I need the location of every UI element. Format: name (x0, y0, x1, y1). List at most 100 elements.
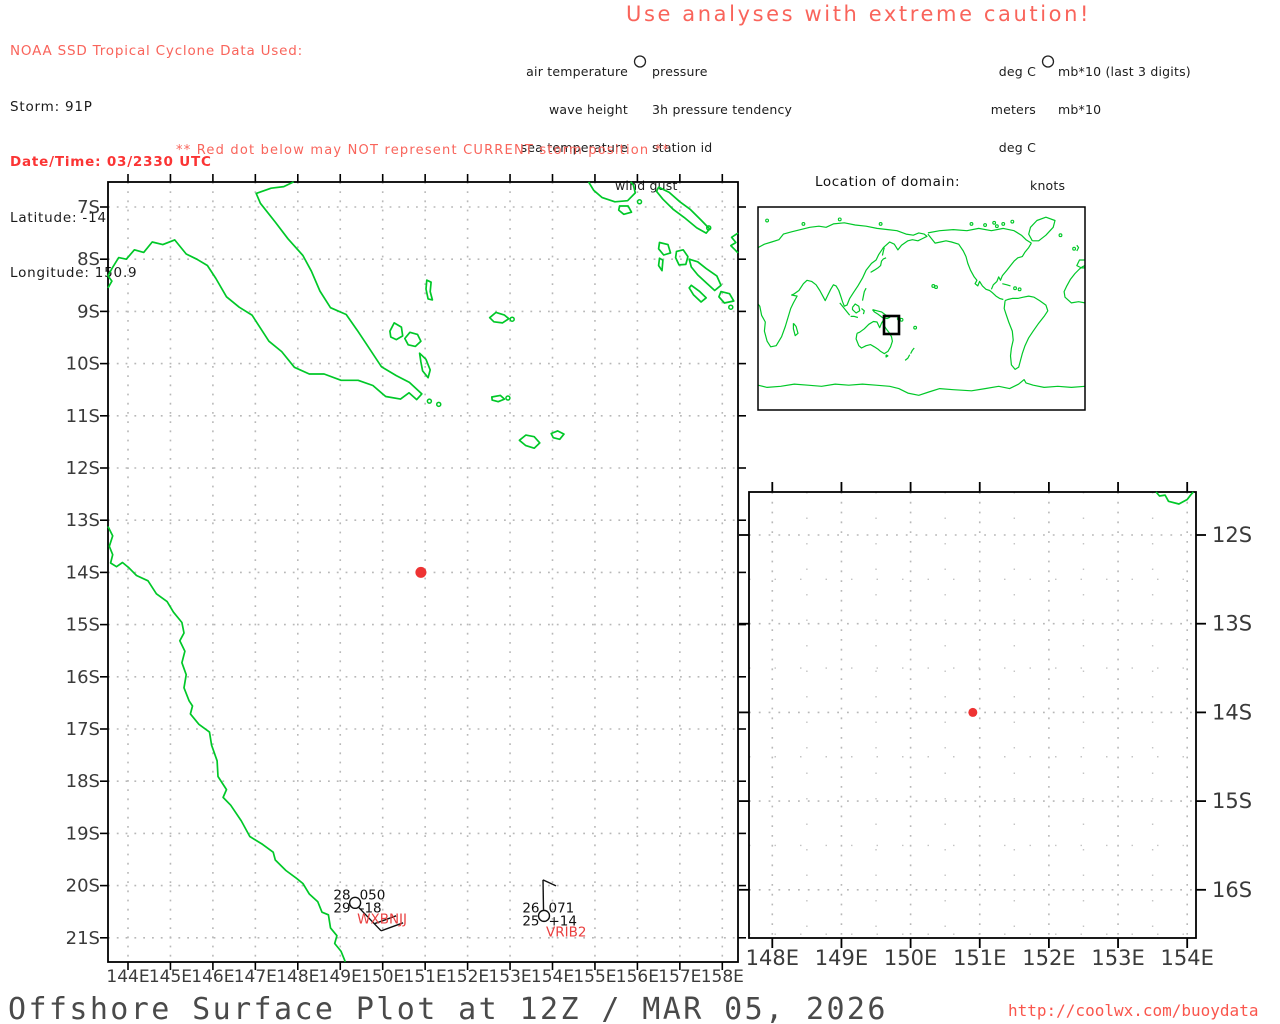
coastline-island (490, 394, 506, 403)
legend-air-temp: air temperature (526, 64, 628, 80)
world-coastline (927, 233, 1004, 301)
station-air-temp: 28 (333, 887, 350, 903)
world-island-speck (1058, 233, 1063, 238)
world-island-speck (1013, 286, 1018, 291)
zoom-storm-position-dot (968, 707, 978, 717)
station-tendency: -18 (360, 900, 382, 916)
coastline-island (389, 322, 404, 341)
y-tick-label: 21S (66, 928, 100, 949)
island-speck (509, 316, 515, 322)
zoom-y-tick-label: 12S (1212, 523, 1252, 547)
x-tick-label: 152E (446, 967, 489, 987)
island-speck (435, 401, 442, 408)
x-tick-label: 144E (106, 967, 149, 987)
world-coastline (757, 222, 928, 348)
zoom-x-tick-label: 150E (884, 946, 937, 970)
station-sea-temp: 29 (333, 900, 350, 916)
y-tick-label: 19S (66, 823, 100, 844)
y-tick-label: 11S (66, 406, 100, 427)
y-tick-label: 15S (66, 615, 100, 636)
world-island-speck (983, 223, 988, 227)
caution-headline: Use analyses with extreme caution! (626, 2, 1092, 26)
x-tick-label: 145E (149, 967, 192, 987)
unit-meters: meters (990, 101, 1036, 117)
units-legend: deg C mb*10 (last 3 digits) meters mb*10 d… (930, 41, 1191, 205)
station-id: VRIB2 (546, 924, 586, 940)
station-circle (348, 896, 362, 910)
x-tick-label: 158E (701, 967, 744, 987)
source-url: http://coolwx.com/buoydata (1008, 1001, 1259, 1020)
coastline-island (488, 311, 510, 324)
zoom-x-tick-label: 153E (1091, 946, 1144, 970)
world-island-speck (765, 218, 770, 223)
coastline-island (688, 258, 722, 292)
coastline-island (418, 352, 432, 379)
x-tick-label: 147E (234, 967, 277, 987)
zoom-x-tick-label: 148E (746, 946, 799, 970)
world-island-speck (837, 217, 842, 222)
coastline-island (550, 430, 565, 441)
unit-mb-last3: mb*10 (last 3 digits) (1058, 64, 1191, 80)
station-pressure: 071 (549, 900, 575, 916)
storm-longitude: Longitude: 150.9 (10, 265, 138, 281)
world-island-speck (1072, 246, 1077, 251)
world-coastline (1028, 216, 1056, 242)
world-inset-frame (757, 206, 1086, 411)
island-speck (728, 304, 734, 310)
world-coastline (1076, 259, 1085, 269)
world-island-speck (896, 316, 901, 321)
world-island-speck (1010, 219, 1015, 224)
domain-rectangle (882, 314, 901, 336)
zoom-x-tick-label: 149E (815, 946, 868, 970)
x-tick-label: 146E (191, 967, 234, 987)
island-speck (505, 395, 511, 401)
world-island-speck (878, 221, 883, 226)
coastline-island (403, 331, 422, 348)
world-coastline (904, 354, 911, 361)
unit-knots: knots (1030, 177, 1066, 193)
station-tendency: +14 (549, 913, 578, 929)
world-coastline (910, 347, 915, 354)
zoom-x-tick-label: 152E (1022, 946, 1075, 970)
world-island-speck (992, 220, 997, 225)
coastline-australia (107, 526, 347, 963)
y-tick-label: 20S (66, 876, 100, 897)
y-tick-label: 9S (77, 301, 100, 322)
world-coastline (881, 247, 885, 256)
island-speck (705, 225, 712, 231)
world-coastline (861, 287, 867, 301)
station-circle (537, 909, 551, 923)
inset-title: Location of domain: (815, 174, 961, 190)
world-coastline (1063, 265, 1086, 304)
world-coastline (872, 309, 891, 320)
x-tick-label: 151E (404, 967, 447, 987)
zoom-map-frame (748, 491, 1197, 939)
zoom-y-tick-label: 14S (1212, 700, 1252, 724)
wind-barb (357, 906, 382, 932)
x-tick-label: 150E (361, 967, 404, 987)
plot-title: Offshore Surface Plot at 12Z / MAR 05, 2… (8, 992, 888, 1024)
world-island-speck (931, 283, 936, 288)
unit-degc-1: deg C (998, 64, 1036, 80)
world-coastline (792, 322, 799, 337)
station-plot-legend: air temperature pressure wave height 3h pr… (516, 41, 792, 205)
legend-wave-height: wave height (549, 101, 628, 117)
coastline-island (688, 284, 708, 303)
station-pressure: 050 (360, 887, 386, 903)
world-island-speck (913, 325, 918, 330)
x-tick-label: 149E (319, 967, 362, 987)
x-tick-label: 155E (573, 967, 616, 987)
storm-id: Storm: 91P (10, 98, 93, 115)
weather-plot-page: { "header": { "line1": "NOAA SSD Tropica… (0, 0, 1280, 1024)
x-tick-label: 156E (616, 967, 659, 987)
world-island-speck (934, 285, 938, 290)
world-coastline (855, 320, 893, 355)
world-island-speck (1017, 287, 1022, 292)
coastline-island (425, 279, 434, 301)
world-island-speck (969, 221, 974, 226)
zoom-y-tick-label: 13S (1212, 612, 1252, 636)
world-island-speck (1001, 221, 1006, 226)
coastline-island (518, 434, 541, 450)
red-dot-warning: ** Red dot below may NOT represent CURRE… (176, 143, 671, 158)
legend-pressure: pressure (652, 64, 708, 80)
